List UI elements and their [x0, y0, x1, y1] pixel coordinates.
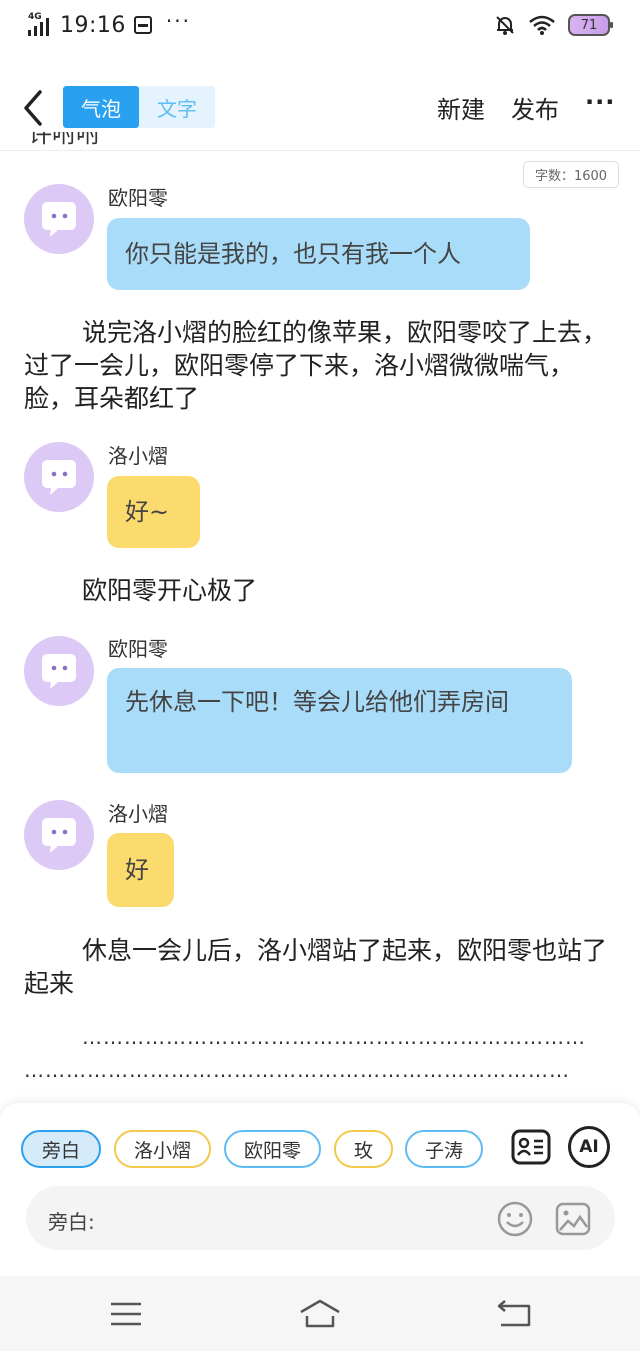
avatar[interactable] — [24, 442, 94, 512]
cellular-signal-icon: 4G — [26, 12, 52, 36]
avatar[interactable] — [24, 184, 94, 254]
narration-text[interactable]: 欧阳零开心极了 — [24, 574, 614, 607]
character-chip[interactable]: 欧阳零 — [224, 1130, 321, 1168]
narration-text[interactable]: 说完洛小熠的脸红的像苹果，欧阳零咬了上去，过了一会儿，欧阳零停了下来，洛小熠微微… — [24, 316, 614, 415]
ai-button[interactable]: AI — [568, 1126, 610, 1168]
speaker-name: 欧阳零 — [108, 637, 168, 661]
status-more-icon: ··· — [165, 9, 191, 33]
tab-bubble[interactable]: 气泡 — [63, 86, 139, 128]
partially-scrolled-text: 许咐咐 — [28, 132, 100, 148]
chat-bubble-face-icon — [42, 654, 76, 689]
wifi-icon — [529, 15, 555, 35]
avatar[interactable] — [24, 800, 94, 870]
mute-bell-icon — [496, 16, 514, 35]
chat-bubble-face-icon — [42, 460, 76, 495]
menu-icon[interactable] — [104, 1298, 148, 1330]
battery-indicator: 71 — [568, 14, 613, 36]
character-chip-narrator[interactable]: 旁白 — [21, 1130, 101, 1168]
more-menu-button[interactable]: ··· — [585, 88, 615, 116]
tab-text[interactable]: 文字 — [139, 86, 215, 128]
profile-card-icon[interactable] — [510, 1126, 552, 1168]
input-speaker-label: 旁白: — [48, 1210, 95, 1234]
network-type: 4G — [28, 12, 42, 22]
publish-button[interactable]: 发布 — [511, 90, 559, 125]
speaker-name: 洛小熠 — [108, 802, 168, 826]
notification-icon — [133, 16, 152, 34]
chat-bubble[interactable]: 你只能是我的，也只有我一个人 — [107, 218, 530, 290]
word-count-badge: 字数：1600 — [523, 161, 619, 188]
emoji-icon[interactable] — [496, 1200, 534, 1238]
back-arrow-icon[interactable] — [20, 86, 48, 130]
character-chip[interactable]: 洛小熠 — [114, 1130, 211, 1168]
image-icon[interactable] — [554, 1200, 592, 1238]
back-nav-icon[interactable] — [493, 1298, 537, 1330]
chat-bubble-face-icon — [42, 818, 76, 853]
editor-header: 气泡 文字 新建 发布 ··· — [0, 78, 640, 138]
chat-bubble[interactable]: 先休息一下吧！等会儿给他们弄房间 — [107, 668, 572, 773]
character-chip[interactable]: 玫 — [334, 1130, 393, 1168]
new-button[interactable]: 新建 — [437, 90, 485, 125]
status-bar: 4G 19:16 ··· 71 — [0, 0, 640, 52]
narration-text[interactable]: 休息一会儿后，洛小熠站了起来，欧阳零也站了起来 — [24, 934, 614, 1000]
character-chip[interactable]: 子涛 — [405, 1130, 483, 1168]
mode-switch: 气泡 文字 — [63, 86, 215, 128]
chat-bubble[interactable]: 好~ — [107, 476, 200, 548]
chat-bubble-face-icon — [42, 202, 76, 237]
speaker-name: 洛小熠 — [108, 444, 168, 468]
speaker-name: 欧阳零 — [108, 186, 168, 210]
header-divider — [0, 150, 640, 151]
ellipsis-line[interactable]: …………………………………………………………………… — [24, 1058, 602, 1082]
status-time: 19:16 — [60, 12, 126, 38]
home-icon[interactable] — [298, 1298, 342, 1330]
chat-bubble[interactable]: 好 — [107, 833, 174, 907]
avatar[interactable] — [24, 636, 94, 706]
ellipsis-line[interactable]: ……………………………………………………………… — [82, 1025, 602, 1049]
